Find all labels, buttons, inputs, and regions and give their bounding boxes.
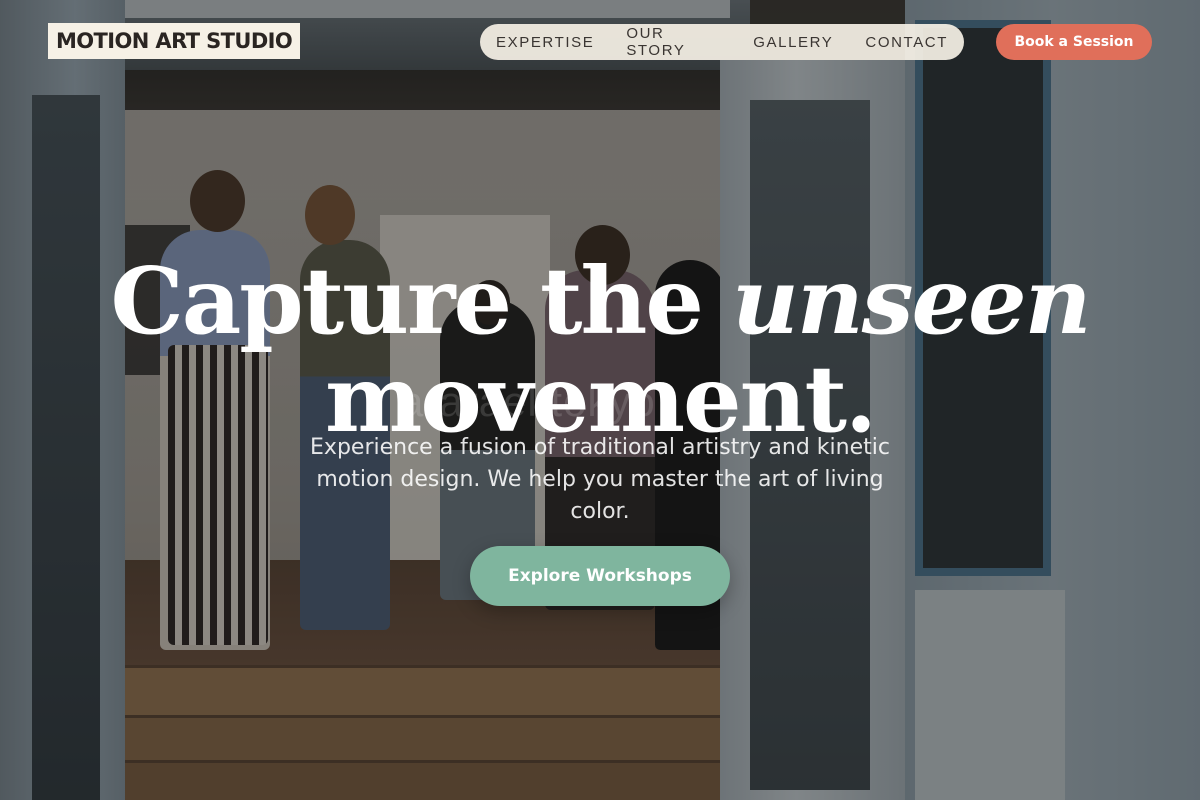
hero-title: Capture the unseen movement. [0, 252, 1200, 448]
nav-item-our-story[interactable]: OUR STORY [610, 25, 737, 59]
hero-subtitle: Experience a fusion of traditional artis… [310, 435, 890, 524]
hero-title-emphasis: unseen [732, 246, 1092, 355]
site-logo[interactable]: MOTION ART STUDIO [48, 23, 301, 59]
nav-item-contact[interactable]: CONTACT [849, 34, 964, 51]
book-session-button[interactable]: Book a Session [996, 24, 1152, 60]
nav-item-gallery[interactable]: GALLERY [737, 34, 849, 51]
nav-item-expertise[interactable]: EXPERTISE [480, 34, 610, 51]
main-nav: EXPERTISE OUR STORY GALLERY CONTACT [480, 24, 964, 60]
explore-workshops-button[interactable]: Explore Workshops [470, 546, 730, 606]
hero-title-part1: Capture the [110, 246, 732, 355]
